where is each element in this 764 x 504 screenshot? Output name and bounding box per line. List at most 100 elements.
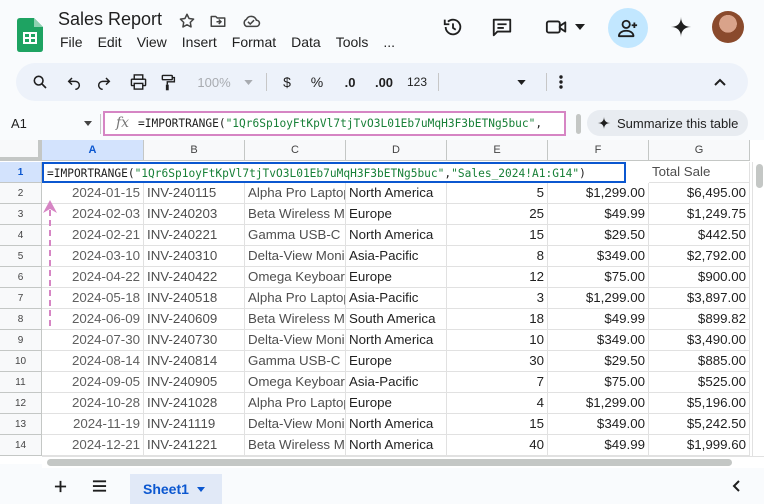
vertical-scrollbar[interactable] [752, 162, 764, 464]
cell-b4[interactable]: INV-240221 [144, 225, 245, 246]
cell-b5[interactable]: INV-240310 [144, 246, 245, 267]
cell-c14[interactable]: Beta Wireless M [245, 435, 346, 456]
currency-format-button[interactable]: $ [278, 63, 296, 101]
font-dropdown-chevron-icon[interactable] [514, 63, 528, 101]
column-header-g[interactable]: G [649, 140, 750, 161]
cell-f10[interactable]: $29.50 [548, 351, 649, 372]
collapse-icon[interactable] [710, 63, 730, 101]
decrease-decimal-button[interactable]: .0 [338, 63, 362, 101]
cell-e13[interactable]: 15 [447, 414, 548, 435]
cell-g1[interactable]: Total Sale [649, 162, 750, 183]
cell-b12[interactable]: INV-241028 [144, 393, 245, 414]
cell-e5[interactable]: 8 [447, 246, 548, 267]
cell-e11[interactable]: 7 [447, 372, 548, 393]
cell-d4[interactable]: North America [346, 225, 447, 246]
redo-icon[interactable] [92, 63, 116, 101]
sheet-tab-sheet1[interactable]: Sheet1 [130, 474, 222, 504]
column-header-a[interactable]: A [42, 140, 144, 161]
cell-d14[interactable]: North America [346, 435, 447, 456]
cell-b6[interactable]: INV-240422 [144, 267, 245, 288]
column-header-f[interactable]: F [548, 140, 649, 161]
cell-g12[interactable]: $5,196.00 [649, 393, 750, 414]
row-header-9[interactable]: 9 [0, 330, 42, 351]
row-header-10[interactable]: 10 [0, 351, 42, 372]
horizontal-scrollbar[interactable] [42, 456, 764, 468]
cell-e2[interactable]: 5 [447, 183, 548, 204]
cell-d6[interactable]: Europe [346, 267, 447, 288]
column-header-c[interactable]: C [245, 140, 346, 161]
menu-tools[interactable]: Tools [336, 34, 369, 50]
cell-c4[interactable]: Gamma USB-C [245, 225, 346, 246]
cell-d12[interactable]: Europe [346, 393, 447, 414]
row-header-12[interactable]: 12 [0, 393, 42, 414]
cell-c7[interactable]: Alpha Pro Laptop [245, 288, 346, 309]
menu-view[interactable]: View [137, 34, 167, 50]
cell-d11[interactable]: Asia-Pacific [346, 372, 447, 393]
cell-a13[interactable]: 2024-11-19 [42, 414, 144, 435]
search-icon[interactable] [28, 63, 52, 101]
move-to-folder-icon[interactable] [207, 10, 229, 32]
cell-g2[interactable]: $6,495.00 [649, 183, 750, 204]
cell-e7[interactable]: 3 [447, 288, 548, 309]
cell-a9[interactable]: 2024-07-30 [42, 330, 144, 351]
column-header-b[interactable]: B [144, 140, 245, 161]
cell-b10[interactable]: INV-240814 [144, 351, 245, 372]
cell-g6[interactable]: $900.00 [649, 267, 750, 288]
share-button[interactable] [608, 8, 648, 48]
sheets-logo-icon[interactable] [17, 18, 43, 52]
star-icon[interactable] [176, 10, 198, 32]
cell-b7[interactable]: INV-240518 [144, 288, 245, 309]
chevron-down-icon[interactable] [84, 121, 92, 126]
horizontal-scroll-thumb[interactable] [47, 459, 732, 466]
cell-f11[interactable]: $75.00 [548, 372, 649, 393]
cell-g11[interactable]: $525.00 [649, 372, 750, 393]
chevron-down-icon[interactable] [242, 63, 254, 101]
cell-g13[interactable]: $5,242.50 [649, 414, 750, 435]
cell-a14[interactable]: 2024-12-21 [42, 435, 144, 456]
cell-g4[interactable]: $442.50 [649, 225, 750, 246]
cell-f5[interactable]: $349.00 [548, 246, 649, 267]
zoom-select[interactable]: 100% [192, 63, 236, 101]
cell-d13[interactable]: North America [346, 414, 447, 435]
menu-insert[interactable]: Insert [182, 34, 217, 50]
cell-a12[interactable]: 2024-10-28 [42, 393, 144, 414]
formula-bar[interactable]: fx =IMPORTRANGE("1Qr6Sp1oyFtKpVl7tjTvO3L… [103, 111, 566, 136]
menu-file[interactable]: File [60, 34, 83, 50]
cell-b9[interactable]: INV-240730 [144, 330, 245, 351]
cell-f13[interactable]: $349.00 [548, 414, 649, 435]
cloud-saved-icon[interactable] [240, 10, 262, 32]
cell-b3[interactable]: INV-240203 [144, 204, 245, 225]
cell-a10[interactable]: 2024-08-14 [42, 351, 144, 372]
cell-c6[interactable]: Omega Keyboar [245, 267, 346, 288]
cell-e14[interactable]: 40 [447, 435, 548, 456]
row-header-1[interactable]: 1 [0, 162, 42, 183]
cell-c3[interactable]: Beta Wireless M [245, 204, 346, 225]
menu-format[interactable]: Format [232, 34, 276, 50]
increase-decimal-button[interactable]: .00 [370, 63, 398, 101]
cell-b8[interactable]: INV-240609 [144, 309, 245, 330]
column-header-d[interactable]: D [346, 140, 447, 161]
cell-d9[interactable]: North America [346, 330, 447, 351]
cell-e10[interactable]: 30 [447, 351, 548, 372]
row-header-2[interactable]: 2 [0, 183, 42, 204]
cell-g9[interactable]: $3,490.00 [649, 330, 750, 351]
cell-c5[interactable]: Delta-View Moni [245, 246, 346, 267]
number-format-button[interactable]: 123 [404, 63, 430, 101]
row-header-4[interactable]: 4 [0, 225, 42, 246]
cell-b11[interactable]: INV-240905 [144, 372, 245, 393]
print-icon[interactable] [126, 63, 150, 101]
more-vert-icon[interactable] [554, 63, 568, 101]
cell-g10[interactable]: $885.00 [649, 351, 750, 372]
cell-e3[interactable]: 25 [447, 204, 548, 225]
cell-c11[interactable]: Omega Keyboar [245, 372, 346, 393]
document-title[interactable]: Sales Report [58, 9, 162, 30]
cell-g8[interactable]: $899.82 [649, 309, 750, 330]
cell-d10[interactable]: Europe [346, 351, 447, 372]
cell-g7[interactable]: $3,897.00 [649, 288, 750, 309]
cell-e8[interactable]: 18 [447, 309, 548, 330]
cell-f7[interactable]: $1,299.00 [548, 288, 649, 309]
vertical-scroll-thumb[interactable] [756, 164, 763, 188]
cell-a11[interactable]: 2024-09-05 [42, 372, 144, 393]
row-header-13[interactable]: 13 [0, 414, 42, 435]
cell-f2[interactable]: $1,299.00 [548, 183, 649, 204]
